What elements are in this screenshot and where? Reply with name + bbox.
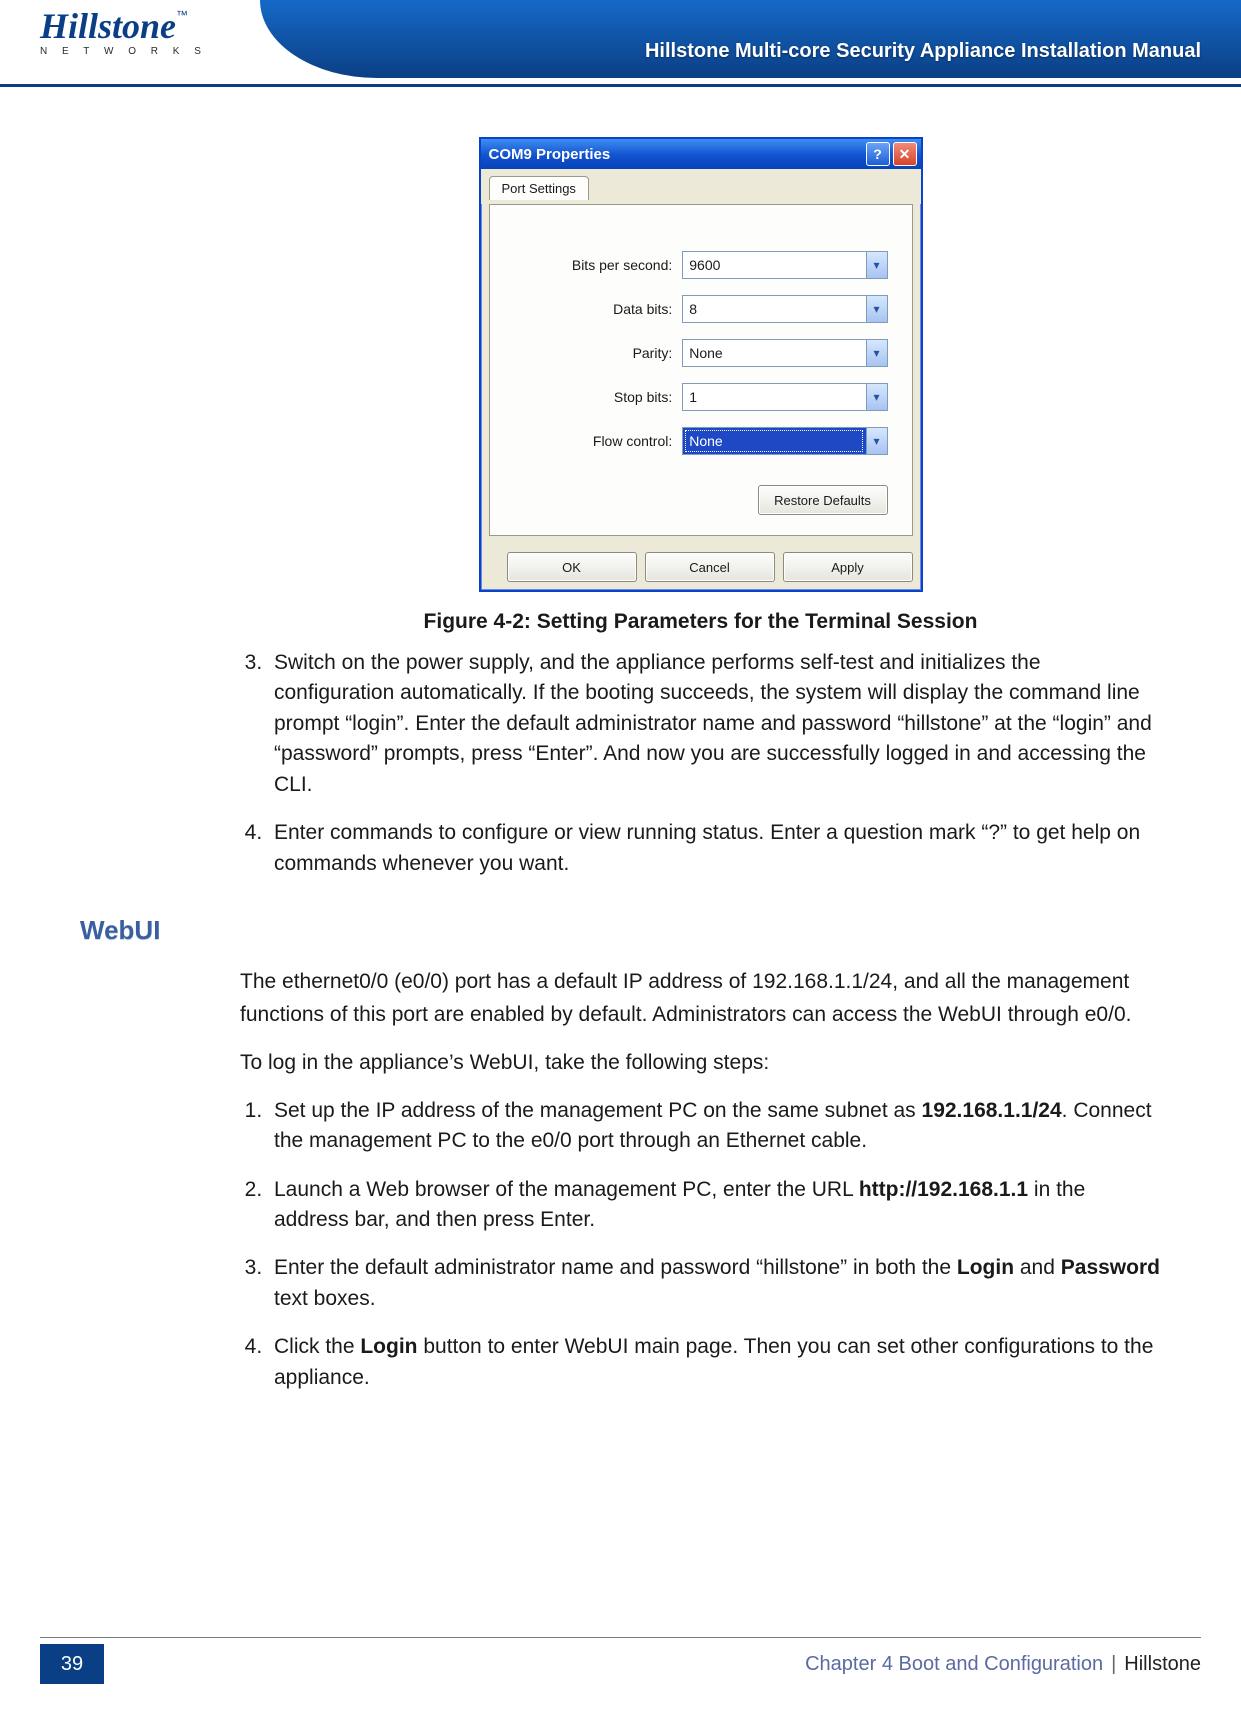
data-bits-value: 8: [689, 301, 697, 317]
help-icon: ?: [873, 146, 882, 162]
com-properties-dialog: COM9 Properties ? ✕ Port Settings Bits p…: [479, 137, 923, 592]
brand-logo: Hillstone™ N E T W O R K S: [40, 8, 260, 57]
bits-per-second-value: 9600: [689, 257, 720, 273]
step-bold: Password: [1061, 1256, 1160, 1279]
flow-control-select[interactable]: None ▾: [682, 427, 887, 455]
chevron-down-icon: ▾: [866, 296, 887, 322]
tab-port-settings[interactable]: Port Settings: [489, 176, 589, 200]
parity-select[interactable]: None ▾: [682, 339, 887, 367]
dialog-titlebar: COM9 Properties ? ✕: [481, 139, 921, 169]
stop-bits-value: 1: [689, 389, 697, 405]
dialog-body: Bits per second: 9600 ▾ Data bits: 8 ▾ P…: [489, 204, 913, 536]
trademark-icon: ™: [176, 8, 188, 22]
help-button[interactable]: ?: [866, 142, 890, 166]
bits-per-second-label: Bits per second:: [514, 257, 683, 273]
step-bold: Login: [957, 1256, 1014, 1279]
step-text: Enter the default administrator name and…: [274, 1256, 957, 1279]
steps-continued: Switch on the power supply, and the appl…: [240, 648, 1161, 879]
logo-subtext: N E T W O R K S: [40, 46, 260, 57]
step-text: and: [1014, 1256, 1061, 1279]
data-bits-select[interactable]: 8 ▾: [682, 295, 887, 323]
footer-chapter: Chapter 4 Boot and Configuration: [805, 1653, 1103, 1676]
logo-text: Hillstone: [40, 6, 176, 46]
footer-brand: Hillstone: [1124, 1653, 1201, 1676]
flow-control-label: Flow control:: [514, 433, 683, 449]
figure-container: COM9 Properties ? ✕ Port Settings Bits p…: [240, 137, 1161, 592]
step-bold: http://192.168.1.1: [859, 1178, 1028, 1201]
dialog-footer: OK Cancel Apply: [481, 544, 921, 590]
figure-caption: Figure 4-2: Setting Parameters for the T…: [240, 610, 1161, 634]
ok-button[interactable]: OK: [507, 552, 637, 582]
chevron-down-icon: ▾: [866, 340, 887, 366]
step-bold: Login: [360, 1335, 417, 1358]
page-body: COM9 Properties ? ✕ Port Settings Bits p…: [0, 87, 1241, 1637]
webui-intro-paragraph: The ethernet0/0 (e0/0) port has a defaul…: [240, 966, 1161, 1031]
footer-separator: |: [1111, 1653, 1116, 1676]
list-item: Enter commands to configure or view runn…: [268, 818, 1161, 879]
apply-button[interactable]: Apply: [783, 552, 913, 582]
webui-lead-paragraph: To log in the appliance’s WebUI, take th…: [240, 1047, 1161, 1080]
section-heading-webui: WebUI: [80, 915, 1161, 946]
dialog-title: COM9 Properties: [489, 146, 866, 163]
page-header: Hillstone Multi-core Security Appliance …: [0, 0, 1241, 87]
step-text: Launch a Web browser of the management P…: [274, 1178, 859, 1201]
close-icon: ✕: [899, 146, 911, 163]
parity-value: None: [689, 345, 722, 361]
list-item: Set up the IP address of the management …: [268, 1096, 1161, 1157]
list-item: Enter the default administrator name and…: [268, 1253, 1161, 1314]
step-text: Click the: [274, 1335, 360, 1358]
parity-label: Parity:: [514, 345, 683, 361]
cancel-button[interactable]: Cancel: [645, 552, 775, 582]
list-item: Click the Login button to enter WebUI ma…: [268, 1332, 1161, 1393]
step-bold: 192.168.1.1/24: [922, 1099, 1062, 1122]
dialog-tabstrip: Port Settings: [481, 169, 921, 204]
stop-bits-label: Stop bits:: [514, 389, 683, 405]
data-bits-label: Data bits:: [514, 301, 683, 317]
page-number: 39: [40, 1644, 104, 1684]
chevron-down-icon: ▾: [866, 384, 887, 410]
chevron-down-icon: ▾: [866, 252, 887, 278]
webui-steps: Set up the IP address of the management …: [240, 1096, 1161, 1394]
close-button[interactable]: ✕: [893, 142, 917, 166]
chevron-down-icon: ▾: [866, 428, 887, 454]
page-footer: 39 Chapter 4 Boot and Configuration | Hi…: [40, 1637, 1201, 1684]
manual-title: Hillstone Multi-core Security Appliance …: [645, 40, 1201, 63]
list-item: Launch a Web browser of the management P…: [268, 1175, 1161, 1236]
flow-control-value: None: [689, 433, 722, 449]
bits-per-second-select[interactable]: 9600 ▾: [682, 251, 887, 279]
step-text: Set up the IP address of the management …: [274, 1099, 922, 1122]
stop-bits-select[interactable]: 1 ▾: [682, 383, 887, 411]
restore-defaults-button[interactable]: Restore Defaults: [758, 485, 888, 515]
list-item: Switch on the power supply, and the appl…: [268, 648, 1161, 800]
header-background: [260, 0, 1241, 78]
step-text: text boxes.: [274, 1287, 376, 1310]
footer-right: Chapter 4 Boot and Configuration | Hills…: [122, 1644, 1201, 1684]
